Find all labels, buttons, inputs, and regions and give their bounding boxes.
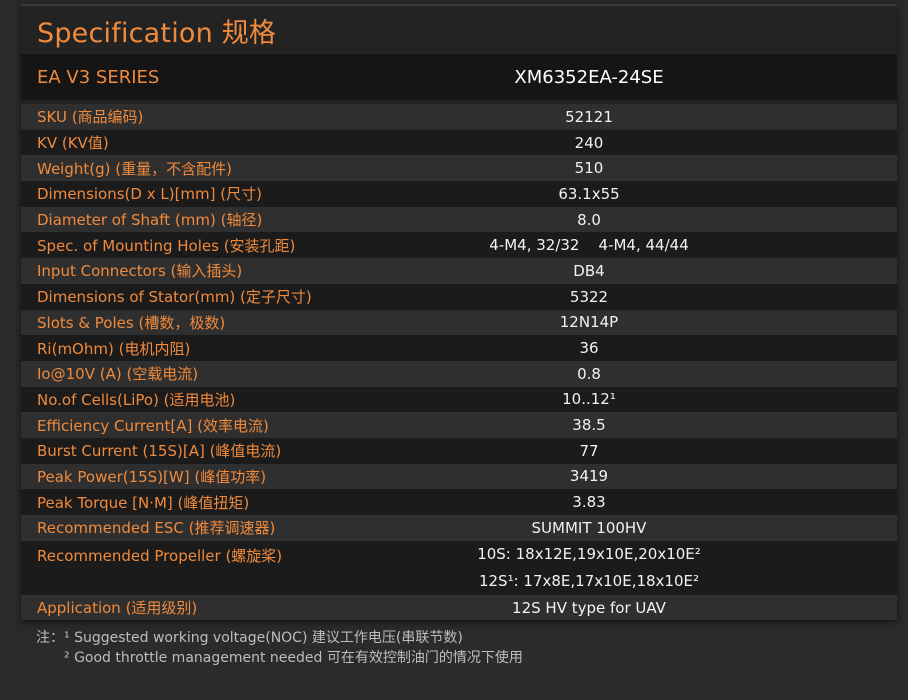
- spec-value: 77: [579, 441, 599, 460]
- spec-row-cells: No.of Cells(LiPo) (适用电池) 10..12¹: [21, 386, 897, 413]
- spec-row-no-load-current: Io@10V (A) (空载电流) 0.8: [21, 360, 897, 387]
- spec-label: Peak Power(15S)[W] (峰值功率): [37, 467, 267, 486]
- spec-value: 36: [579, 339, 599, 358]
- spec-value: 0.8: [577, 364, 601, 383]
- spec-value: 4-M4, 32/32 4-M4, 44/44: [489, 236, 689, 255]
- spec-row-esc: Recommended ESC (推荐调速器) SUMMIT 100HV: [21, 515, 897, 541]
- spec-row-weight: Weight(g) (重量，不含配件) 510: [21, 155, 897, 182]
- footnote-1: 注： ¹ Suggested working voltage(NOC) 建议工作…: [36, 628, 523, 648]
- spec-value: 240: [574, 133, 604, 152]
- spec-label: Io@10V (A) (空载电流): [37, 365, 199, 384]
- spec-value: SUMMIT 100HV: [531, 518, 647, 537]
- spec-row-slots-poles: Slots & Poles (槽数，极数) 12N14P: [21, 309, 897, 336]
- footnotes: 注： ¹ Suggested working voltage(NOC) 建议工作…: [36, 628, 523, 668]
- spec-label: Recommended Propeller (螺旋桨): [37, 546, 283, 565]
- spec-value: 12N14P: [559, 313, 619, 332]
- spec-table: SKU (商品编码) 52121 KV (KV值) 240 Weight(g) …: [21, 104, 897, 621]
- spec-label: Dimensions(D x L)[mm] (尺寸): [37, 185, 262, 204]
- spec-row-peak-power: Peak Power(15S)[W] (峰值功率) 3419: [21, 463, 897, 490]
- propeller-12s-value: 12S¹: 17x8E,17x10E,18x10E²: [478, 572, 700, 591]
- spec-value-group: 10S: 18x12E,19x10E,20x10E² 12S¹: 17x8E,1…: [311, 541, 897, 595]
- spec-row-connectors: Input Connectors (输入插头) DB4: [21, 258, 897, 284]
- spec-row-dimensions: Dimensions(D x L)[mm] (尺寸) 63.1x55: [21, 181, 897, 207]
- footnote-2: ² Good throttle management needed 可在有效控制…: [36, 648, 523, 668]
- spec-row-propeller: Recommended Propeller (螺旋桨) 10S: 18x12E,…: [21, 540, 897, 595]
- spec-row-sku: SKU (商品编码) 52121: [21, 104, 897, 130]
- spec-label: Diameter of Shaft (mm) (轴径): [37, 211, 263, 230]
- spec-row-shaft: Diameter of Shaft (mm) (轴径) 8.0: [21, 206, 897, 233]
- spec-label: Recommended ESC (推荐调速器): [37, 519, 276, 538]
- spec-value: 12S HV type for UAV: [512, 598, 666, 617]
- spec-label: Input Connectors (输入插头): [37, 262, 243, 281]
- spec-value: 63.1x55: [558, 184, 620, 203]
- page-title: Specification 规格: [21, 4, 897, 54]
- spec-value: 38.5: [572, 416, 606, 435]
- propeller-10s-value: 10S: 18x12E,19x10E,20x10E²: [477, 545, 701, 564]
- spec-row-resistance: Ri(mOhm) (电机内阻) 36: [21, 335, 897, 361]
- spec-row-burst-current: Burst Current (15S)[A] (峰值电流) 77: [21, 437, 897, 464]
- footnote-text: ² Good throttle management needed 可在有效控制…: [64, 650, 523, 666]
- spec-value: 3.83: [572, 493, 606, 512]
- spec-value: 10..12¹: [562, 390, 616, 409]
- spec-label: SKU (商品编码): [37, 108, 144, 127]
- spec-label: Spec. of Mounting Holes (安装孔距): [37, 236, 296, 255]
- spec-label: Slots & Poles (槽数，极数): [37, 313, 226, 332]
- footnote-text: ¹ Suggested working voltage(NOC) 建议工作电压(…: [64, 630, 463, 646]
- series-label: EA V3 SERIES: [37, 66, 160, 88]
- footnote-prefix: 注：: [36, 630, 64, 646]
- spec-row-stator: Dimensions of Stator(mm) (定子尺寸) 5322: [21, 283, 897, 310]
- spec-value: 510: [574, 159, 604, 178]
- spec-row-mounting-holes: Spec. of Mounting Holes (安装孔距) 4-M4, 32/…: [21, 232, 897, 259]
- spec-value: 3419: [569, 467, 609, 486]
- spec-label: Burst Current (15S)[A] (峰值电流): [37, 442, 282, 461]
- spec-value: DB4: [573, 261, 605, 280]
- spec-label: Weight(g) (重量，不含配件): [37, 159, 232, 178]
- spec-row-peak-torque: Peak Torque [N·M] (峰值扭矩) 3.83: [21, 489, 897, 515]
- spec-label: Dimensions of Stator(mm) (定子尺寸): [37, 288, 312, 307]
- spec-label: Peak Torque [N·M] (峰值扭矩): [37, 493, 250, 512]
- spec-value: 8.0: [577, 210, 601, 229]
- spec-label: Efficiency Current[A] (效率电流): [37, 416, 269, 435]
- spec-value: 5322: [569, 287, 609, 306]
- spec-label: Ri(mOhm) (电机内阻): [37, 339, 191, 358]
- series-header-row: EA V3 SERIES XM6352EA-24SE: [21, 54, 897, 100]
- spec-value: 52121: [565, 107, 613, 126]
- spec-label: No.of Cells(LiPo) (适用电池): [37, 390, 236, 409]
- spec-row-kv: KV (KV值) 240: [21, 129, 897, 156]
- spec-row-application: Application (适用级别) 12S HV type for UAV: [21, 594, 897, 621]
- footnote-indent: [36, 648, 64, 668]
- spec-row-efficiency-current: Efficiency Current[A] (效率电流) 38.5: [21, 412, 897, 438]
- model-name: XM6352EA-24SE: [514, 66, 664, 88]
- spec-card: Specification 规格 EA V3 SERIES XM6352EA-2…: [21, 4, 897, 621]
- spec-label: Application (适用级别): [37, 599, 198, 618]
- spec-label: KV (KV值): [37, 134, 109, 153]
